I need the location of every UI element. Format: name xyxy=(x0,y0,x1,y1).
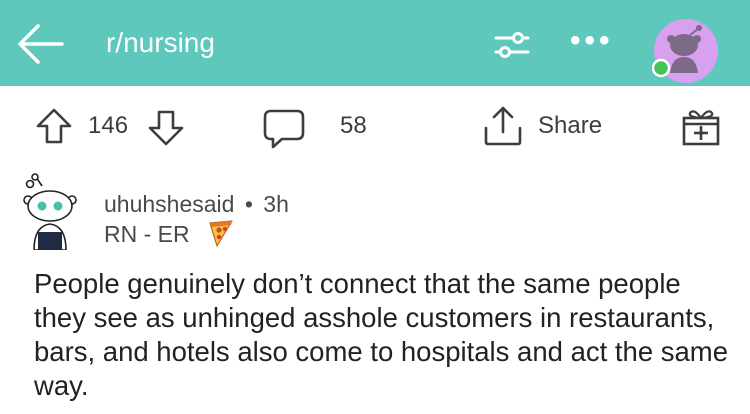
post-meta: uhuhshesaid • 3h xyxy=(104,190,289,218)
author-avatar[interactable] xyxy=(22,172,78,251)
comment-bubble-icon xyxy=(263,109,305,149)
post-body: People genuinely don’t connect that the … xyxy=(34,268,729,401)
user-flair: RN - ER xyxy=(104,221,190,247)
share-label[interactable]: Share xyxy=(538,111,602,141)
user-avatar-button[interactable] xyxy=(651,17,720,85)
post-age: 3h xyxy=(263,191,289,217)
arrow-down-icon xyxy=(148,110,184,146)
gift-icon xyxy=(682,110,720,146)
award-button[interactable] xyxy=(680,104,722,148)
post-actions-bar: 146 58 Share xyxy=(0,86,750,168)
more-options-button[interactable]: ••• xyxy=(570,26,614,56)
top-bar: r/nursing ••• xyxy=(0,0,750,86)
upvote-button[interactable] xyxy=(34,106,74,146)
arrow-up-icon xyxy=(36,108,72,144)
comments-button[interactable] xyxy=(262,108,306,150)
vote-score: 146 xyxy=(88,112,129,139)
pizza-icon xyxy=(207,218,235,248)
more-dots-icon: ••• xyxy=(570,24,614,57)
back-button[interactable] xyxy=(14,22,66,66)
sliders-icon xyxy=(494,32,530,58)
share-button[interactable] xyxy=(482,104,524,148)
downvote-button[interactable] xyxy=(146,108,186,148)
meta-separator: • xyxy=(244,191,253,217)
snoo-avatar-icon xyxy=(23,173,77,251)
filter-button[interactable] xyxy=(492,24,532,64)
user-avatar-icon xyxy=(651,19,718,83)
subreddit-name[interactable]: r/nursing xyxy=(106,26,215,60)
share-icon xyxy=(484,106,522,146)
author-username[interactable]: uhuhshesaid xyxy=(104,191,234,217)
comment-count: 58 xyxy=(340,112,367,139)
arrow-left-icon xyxy=(18,24,64,64)
